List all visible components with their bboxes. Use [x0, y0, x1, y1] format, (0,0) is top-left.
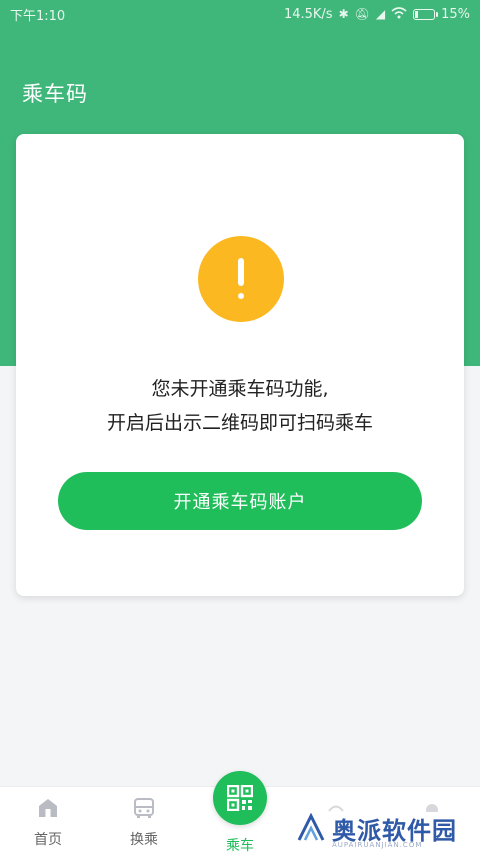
- tab-home-label: 首页: [34, 832, 62, 848]
- message-line-1: 您未开通乘车码功能,: [151, 378, 329, 400]
- status-time: 下午1:10: [10, 8, 66, 24]
- open-account-button[interactable]: 开通乘车码账户: [58, 472, 422, 530]
- battery-icon: [413, 8, 439, 20]
- tab-ride[interactable]: 乘车: [200, 771, 280, 855]
- wifi-icon: [391, 6, 407, 22]
- watermark-logo: 奥派软件园 AUPAIRUANJIAN.COM: [296, 808, 480, 849]
- activation-card: 您未开通乘车码功能, 开启后出示二维码即可扫码乘车 开通乘车码账户: [16, 134, 464, 596]
- message-line-2: 开启后出示二维码即可扫码乘车: [106, 412, 373, 434]
- status-indicators: 14.5K/s ✱ 🔕︎ ◢ 15%: [284, 7, 470, 22]
- network-speed: 14.5K/s: [283, 6, 333, 22]
- battery-level: 15%: [441, 6, 470, 22]
- bluetooth-icon: ✱: [338, 7, 349, 21]
- home-icon: [36, 797, 60, 819]
- status-bar: 下午1:10 14.5K/s ✱ 🔕︎ ◢ 15%: [0, 0, 480, 28]
- watermark-a-icon: [297, 813, 325, 841]
- exclamation-circle-icon: [198, 236, 284, 322]
- mute-icon: 🔕︎: [354, 7, 370, 21]
- tab-home[interactable]: 首页: [8, 787, 88, 855]
- bus-icon: [132, 797, 156, 819]
- signal-icon: ◢: [375, 7, 386, 21]
- watermark-subtext: AUPAIRUANJIAN.COM: [332, 841, 423, 849]
- tab-transfer-label: 换乘: [130, 832, 158, 848]
- page-title: 乘车码: [22, 82, 88, 106]
- qr-code-icon: [213, 771, 267, 825]
- tab-transfer[interactable]: 换乘: [104, 787, 184, 855]
- tab-ride-label: 乘车: [226, 838, 254, 854]
